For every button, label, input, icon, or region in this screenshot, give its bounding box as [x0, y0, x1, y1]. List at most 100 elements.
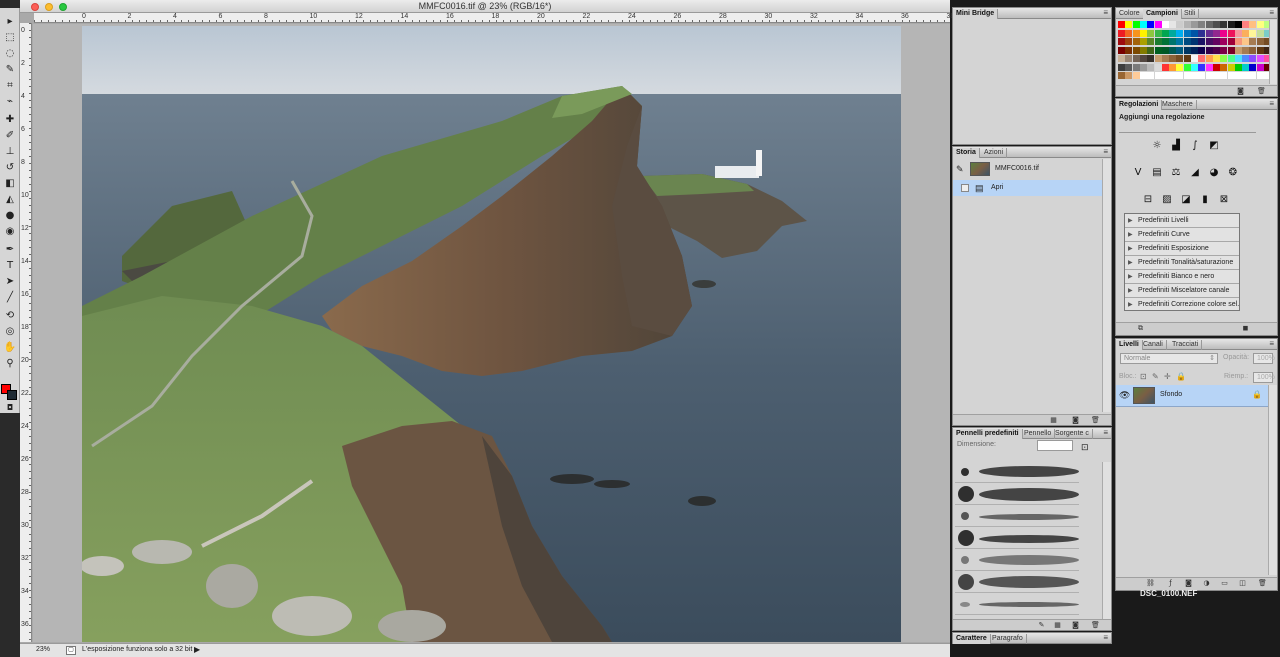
color-swatch[interactable] [1249, 38, 1257, 45]
color-swatch[interactable] [1139, 46, 1147, 54]
posterize-icon[interactable]: ▨ [1160, 193, 1174, 206]
color-swatch[interactable] [1183, 38, 1191, 45]
color-swatch[interactable] [1132, 29, 1140, 37]
color-swatch[interactable] [1176, 46, 1184, 54]
curves-icon[interactable]: ∫ [1188, 139, 1202, 152]
color-swatch[interactable] [1242, 21, 1250, 28]
brush-list[interactable] [953, 462, 1103, 618]
color-swatch[interactable] [1220, 38, 1228, 45]
color-swatch[interactable] [1212, 38, 1220, 45]
color-swatch[interactable] [1125, 46, 1133, 54]
color-swatch[interactable] [1212, 21, 1220, 28]
color-swatch[interactable] [1198, 55, 1206, 62]
color-swatch[interactable] [1132, 38, 1140, 45]
channel-mixer-icon[interactable]: ❂ [1226, 166, 1240, 179]
levels-icon[interactable]: ▟ [1169, 139, 1183, 152]
color-swatch[interactable] [1139, 63, 1147, 71]
eyedropper-tool-icon[interactable]: ⌁ [2, 94, 18, 109]
eye-icon[interactable]: 👁 [1119, 390, 1130, 401]
color-swatch[interactable] [1205, 46, 1213, 54]
color-swatch[interactable] [1132, 72, 1140, 79]
color-swatch[interactable] [1205, 55, 1213, 62]
color-swatch[interactable] [1256, 38, 1264, 45]
exposure-icon[interactable]: ◩ [1207, 139, 1221, 152]
color-swatch[interactable] [1205, 72, 1213, 79]
adjustment-layer-icon[interactable]: ◑ [1202, 579, 1211, 587]
color-swatch[interactable] [1220, 63, 1228, 71]
3d-orbit-tool-icon[interactable]: ◎ [2, 324, 18, 339]
pen-tool-icon[interactable]: ✒ [2, 242, 18, 257]
color-swatch[interactable] [1118, 72, 1125, 79]
new-swatch-icon[interactable]: ◙ [1236, 87, 1245, 95]
layer-mask-icon[interactable]: ◙ [1184, 579, 1193, 587]
lock-pixels-icon[interactable]: ✎ [1152, 372, 1159, 381]
color-swatch[interactable] [1154, 21, 1162, 28]
horizontal-ruler[interactable]: 0 2 4 6 8 10 12 14 16 18 20 22 24 26 28 30 32 34 36 38 [34, 13, 954, 23]
color-swatch[interactable] [1147, 21, 1155, 28]
color-swatch[interactable] [1176, 38, 1184, 45]
color-swatch[interactable] [1191, 46, 1198, 54]
tab-history[interactable]: Storia [953, 148, 980, 158]
brush-preset[interactable] [955, 506, 1079, 527]
layers-scrollbar[interactable] [1268, 385, 1277, 575]
crop-tool-icon[interactable]: ⌗ [2, 78, 18, 93]
color-swatch[interactable] [1169, 63, 1177, 71]
history-scrollbar[interactable] [1102, 159, 1111, 412]
new-layer-icon[interactable]: ◫ [1238, 579, 1247, 587]
color-swatch[interactable] [1220, 29, 1228, 37]
color-swatch[interactable] [1191, 72, 1198, 79]
type-tool-icon[interactable]: T [2, 258, 18, 273]
color-swatch[interactable] [1234, 55, 1242, 62]
color-swatch[interactable] [1205, 29, 1213, 37]
brush-preset[interactable] [955, 528, 1079, 549]
group-folder-icon[interactable]: ▭ [1220, 579, 1229, 587]
tab-color[interactable]: Colore [1116, 9, 1144, 19]
new-brush-icon[interactable]: ◙ [1071, 621, 1080, 629]
blend-mode-select[interactable]: Normale ⇕ [1120, 353, 1218, 364]
preset-curves[interactable]: Predefiniti Curve [1125, 228, 1239, 242]
color-swatch[interactable] [1256, 21, 1264, 28]
trash-icon[interactable]: 🗑 [1091, 621, 1100, 629]
history-checkbox[interactable] [961, 184, 969, 192]
color-swatch[interactable] [1169, 55, 1177, 62]
threshold-icon[interactable]: ◪ [1179, 193, 1193, 206]
zoom-level-field[interactable]: 23% [36, 646, 66, 653]
tab-brush-presets[interactable]: Pennelli predefiniti [953, 429, 1023, 439]
color-swatch[interactable] [1220, 21, 1228, 28]
vibrance-icon[interactable]: V [1131, 166, 1145, 179]
color-swatch[interactable] [1147, 38, 1155, 45]
color-swatch[interactable] [1249, 72, 1257, 79]
clip-to-layer-icon[interactable]: ⧉ [1136, 324, 1145, 332]
healing-brush-tool-icon[interactable]: ✚ [2, 112, 18, 127]
panel-menu-icon[interactable]: ≡ [1269, 99, 1274, 108]
color-swatch[interactable] [1249, 55, 1257, 62]
color-swatch[interactable] [1227, 55, 1235, 62]
color-swatch[interactable] [1227, 72, 1235, 79]
quick-select-tool-icon[interactable]: ✎ [2, 62, 18, 77]
preset-exposure[interactable]: Predefiniti Esposizione [1125, 242, 1239, 256]
vertical-ruler[interactable]: 0 2 4 6 8 10 12 14 16 18 20 22 24 26 28 30 32 34 36 [20, 23, 32, 642]
tab-channels[interactable]: Canali [1140, 340, 1167, 350]
brush-scrollbar[interactable] [1102, 462, 1111, 620]
eraser-tool-icon[interactable]: ◧ [2, 176, 18, 191]
color-swatch[interactable] [1161, 63, 1169, 71]
color-swatch[interactable] [1183, 21, 1191, 28]
color-swatch[interactable] [1191, 21, 1198, 28]
color-swatch[interactable] [1242, 55, 1250, 62]
color-swatch[interactable] [1118, 29, 1125, 37]
panel-menu-icon[interactable]: ≡ [1269, 339, 1274, 348]
color-swatch[interactable] [1227, 21, 1235, 28]
grid-view-icon[interactable]: ▦ [1053, 621, 1062, 629]
color-swatch[interactable] [1176, 21, 1184, 28]
tab-adjustments[interactable]: Regolazioni [1116, 100, 1163, 110]
color-swatch[interactable] [1212, 46, 1220, 54]
preset-hue-saturation[interactable]: Predefiniti Tonalità/saturazione [1125, 256, 1239, 270]
camera-icon[interactable]: ◼ [1241, 324, 1250, 332]
color-swatch[interactable] [1118, 21, 1125, 28]
tab-mini-bridge[interactable]: Mini Bridge [953, 9, 999, 19]
shape-tool-icon[interactable]: ╱ [2, 290, 18, 305]
color-swatch[interactable] [1220, 46, 1228, 54]
color-swatch[interactable] [1191, 29, 1198, 37]
color-swatch[interactable] [1169, 72, 1177, 79]
hue-saturation-icon[interactable]: ▤ [1150, 166, 1164, 179]
